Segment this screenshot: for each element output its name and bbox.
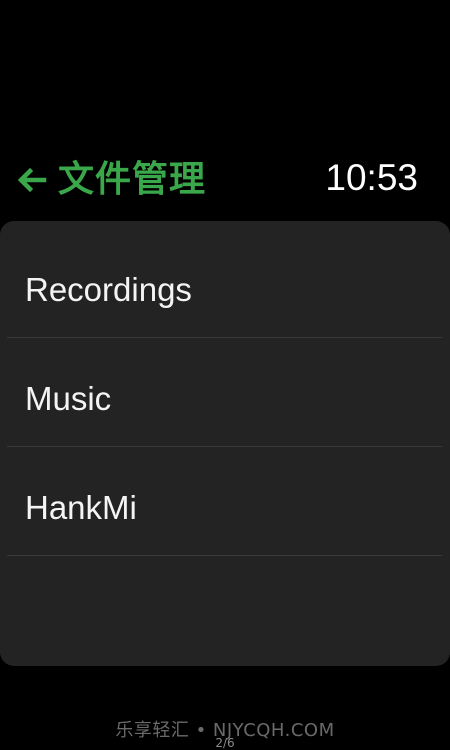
list-item-recordings[interactable]: Recordings	[7, 228, 442, 338]
list-item-music[interactable]: Music	[7, 337, 442, 447]
header-bar: 文件管理 10:53	[0, 150, 450, 210]
arrow-left-icon[interactable]	[16, 166, 48, 194]
list-item-label: Music	[25, 380, 112, 417]
page-indicator: 2/6	[215, 736, 235, 750]
list-item-hankmi[interactable]: HankMi	[7, 446, 442, 556]
list-item-label: HankMi	[25, 489, 137, 526]
back-button[interactable]: 文件管理	[16, 156, 206, 204]
list-item-label: Recordings	[25, 271, 192, 308]
clock-time: 10:53	[325, 157, 418, 198]
page-title: 文件管理	[58, 159, 207, 200]
folder-list: Recordings Music HankMi	[0, 221, 450, 666]
